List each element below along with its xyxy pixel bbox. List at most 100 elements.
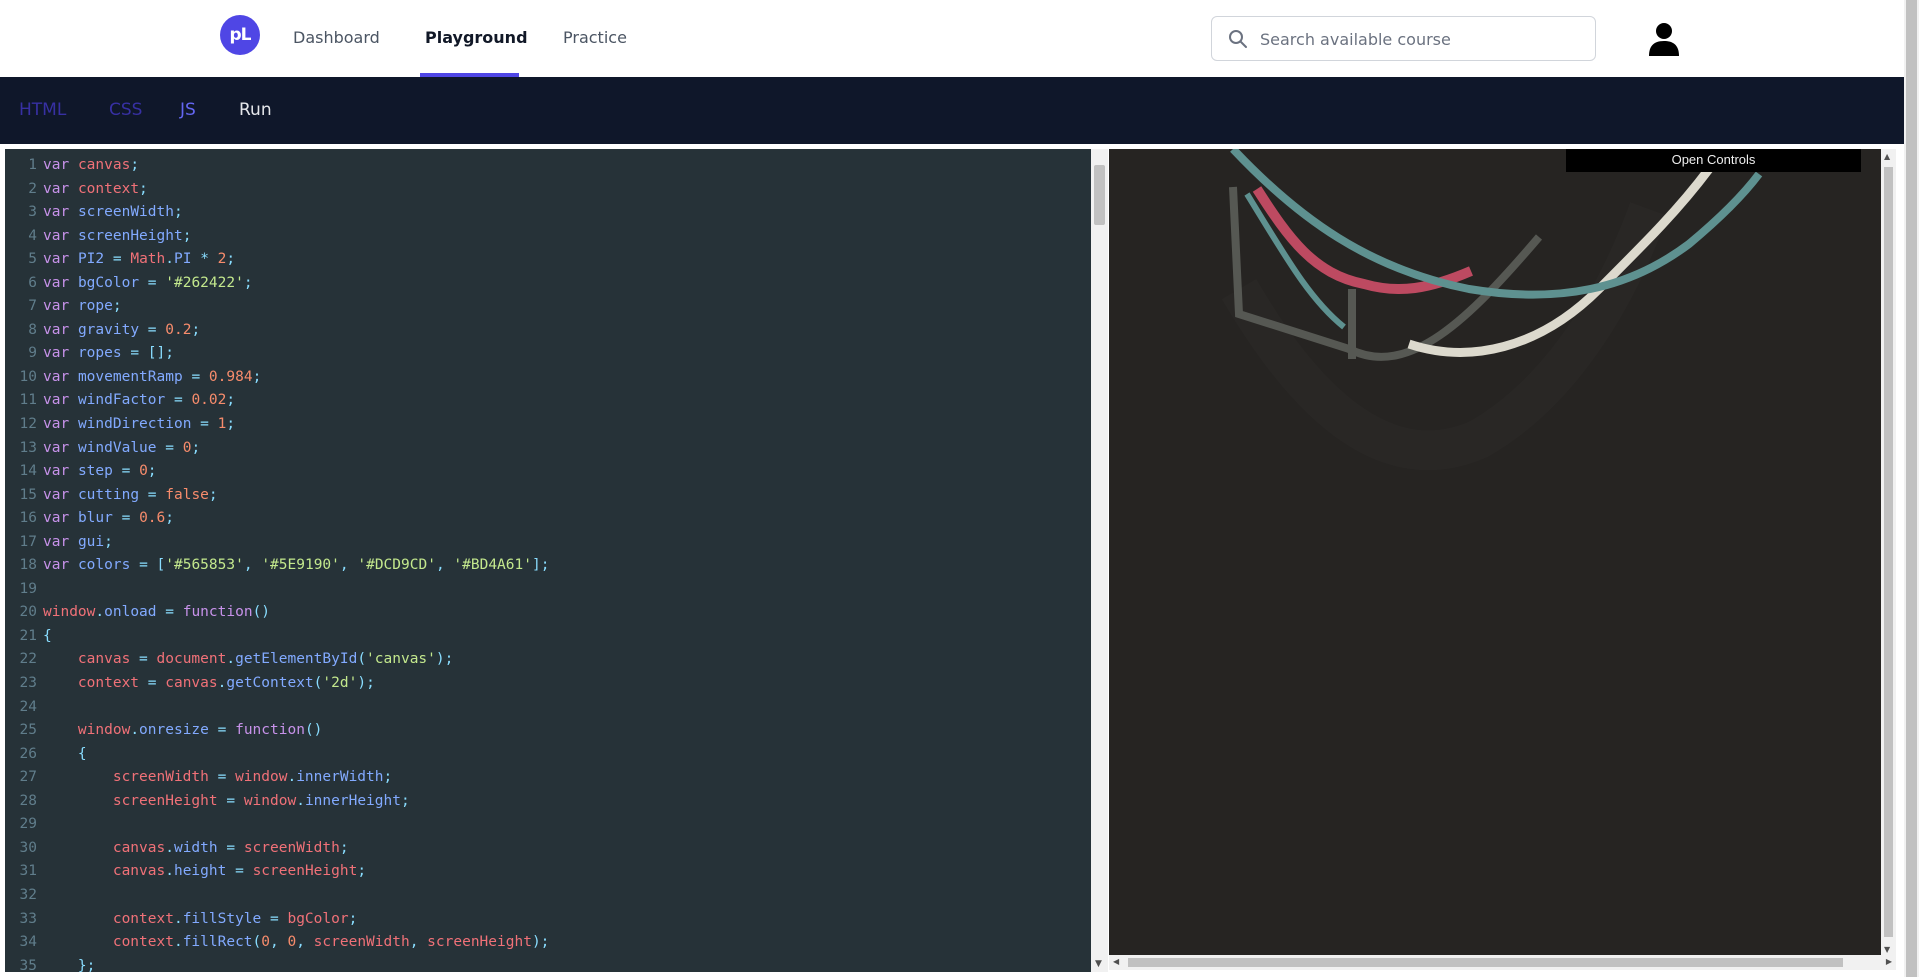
- scroll-down-arrow-icon[interactable]: ▼: [1095, 959, 1102, 969]
- code-text[interactable]: var windDirection = 1;: [43, 416, 235, 432]
- code-line[interactable]: 2 var context;: [5, 178, 549, 202]
- code-text[interactable]: var cutting = false;: [43, 487, 218, 503]
- code-line[interactable]: 15 var cutting = false;: [5, 484, 549, 508]
- code-text[interactable]: var context;: [43, 181, 148, 197]
- code-text[interactable]: var windValue = 0;: [43, 440, 200, 456]
- run-button[interactable]: Run: [239, 100, 272, 120]
- code-line[interactable]: 16 var blur = 0.6;: [5, 507, 549, 531]
- code-line[interactable]: 1 var canvas;: [5, 154, 549, 178]
- line-number: 20: [19, 604, 37, 621]
- code-line[interactable]: 4 var screenHeight;: [5, 225, 549, 249]
- code-text[interactable]: screenHeight = window.innerHeight;: [43, 793, 410, 809]
- editor-scrollbar[interactable]: ▼: [1091, 149, 1108, 972]
- code-line[interactable]: 12 var windDirection = 1;: [5, 413, 549, 437]
- code-line[interactable]: 25 window.onresize = function(): [5, 719, 549, 743]
- nav-link-dashboard[interactable]: Dashboard: [293, 28, 380, 47]
- code-line[interactable]: 18 var colors = ['#565853', '#5E9190', '#…: [5, 554, 550, 578]
- code-line[interactable]: 23 context = canvas.getContext('2d');: [5, 672, 549, 696]
- scroll-left-arrow-icon[interactable]: ◀: [1113, 957, 1119, 966]
- rope-animation-canvas[interactable]: [1109, 149, 1881, 955]
- code-text[interactable]: };: [43, 958, 95, 972]
- code-text[interactable]: {: [43, 746, 87, 762]
- editor-scrollbar-thumb[interactable]: [1094, 165, 1105, 225]
- scroll-down-arrow-icon[interactable]: ▼: [1884, 945, 1890, 954]
- code-line[interactable]: 7 var rope;: [5, 295, 549, 319]
- code-text[interactable]: var ropes = [];: [43, 345, 174, 361]
- code-text[interactable]: context.fillStyle = bgColor;: [43, 911, 357, 927]
- code-line[interactable]: 29: [5, 813, 549, 837]
- code-text[interactable]: var blur = 0.6;: [43, 510, 174, 526]
- line-number: 28: [19, 792, 37, 809]
- code-text[interactable]: window.onload = function(): [43, 604, 270, 620]
- code-line[interactable]: 27 screenWidth = window.innerWidth;: [5, 766, 549, 790]
- tab-css[interactable]: CSS: [109, 100, 142, 120]
- code-line[interactable]: 24: [5, 696, 549, 720]
- code-text[interactable]: {: [43, 628, 52, 644]
- code-text[interactable]: var canvas;: [43, 157, 139, 173]
- code-text[interactable]: canvas = document.getElementById('canvas…: [43, 651, 453, 667]
- code-line[interactable]: 5 var PI2 = Math.PI * 2;: [5, 248, 549, 272]
- code-text[interactable]: screenWidth = window.innerWidth;: [43, 769, 392, 785]
- preview-vertical-scrollbar[interactable]: ▲ ▼: [1881, 149, 1896, 955]
- code-text[interactable]: var screenWidth;: [43, 204, 183, 220]
- code-line[interactable]: 30 canvas.width = screenWidth;: [5, 837, 549, 861]
- nav-link-playground[interactable]: Playground: [425, 28, 528, 47]
- code-lines[interactable]: 1 var canvas; 2 var context; 3 var screenWidt…: [5, 154, 550, 972]
- code-line[interactable]: 22 canvas = document.getElementById('can…: [5, 648, 549, 672]
- code-line[interactable]: 9 var ropes = [];: [5, 342, 549, 366]
- code-line[interactable]: 21 {: [5, 625, 549, 649]
- preview-vertical-scrollbar-thumb[interactable]: [1884, 167, 1893, 937]
- preview-horizontal-scrollbar-thumb[interactable]: [1128, 958, 1843, 967]
- code-line[interactable]: 13 var windValue = 0;: [5, 437, 549, 461]
- user-avatar-icon[interactable]: [1648, 22, 1680, 56]
- code-line[interactable]: 11 var windFactor = 0.02;: [5, 389, 549, 413]
- code-line[interactable]: 3 var screenWidth;: [5, 201, 549, 225]
- code-editor[interactable]: 1 var canvas; 2 var context; 3 var screenWidt…: [5, 149, 1091, 972]
- top-navigation: pL Dashboard Playground Practice: [0, 0, 1904, 77]
- code-text[interactable]: var step = 0;: [43, 463, 157, 479]
- preview-pane[interactable]: Open Controls: [1109, 149, 1881, 955]
- code-text[interactable]: var rope;: [43, 298, 122, 314]
- code-line[interactable]: 20 window.onload = function(): [5, 601, 549, 625]
- code-text[interactable]: var windFactor = 0.02;: [43, 392, 235, 408]
- nav-link-practice[interactable]: Practice: [563, 28, 627, 47]
- code-text[interactable]: var gui;: [43, 534, 113, 550]
- search-box[interactable]: [1211, 16, 1596, 61]
- code-line[interactable]: 28 screenHeight = window.innerHeight;: [5, 790, 549, 814]
- code-text[interactable]: var bgColor = '#262422';: [43, 275, 253, 291]
- code-text[interactable]: canvas.width = screenWidth;: [43, 840, 349, 856]
- open-controls-button[interactable]: Open Controls: [1566, 149, 1861, 172]
- brand-logo[interactable]: pL: [220, 15, 260, 55]
- code-text[interactable]: var PI2 = Math.PI * 2;: [43, 251, 235, 267]
- code-text[interactable]: var gravity = 0.2;: [43, 322, 200, 338]
- line-number: 13: [19, 439, 37, 456]
- search-input[interactable]: [1260, 25, 1580, 53]
- code-text[interactable]: var movementRamp = 0.984;: [43, 369, 261, 385]
- tab-html[interactable]: HTML: [19, 100, 66, 120]
- tab-js[interactable]: JS: [180, 100, 196, 120]
- code-line[interactable]: 17 var gui;: [5, 531, 549, 555]
- code-line[interactable]: 8 var gravity = 0.2;: [5, 319, 549, 343]
- code-text[interactable]: window.onresize = function(): [43, 722, 322, 738]
- line-number: 5: [28, 251, 37, 268]
- code-line[interactable]: 31 canvas.height = screenHeight;: [5, 860, 549, 884]
- code-line[interactable]: 19: [5, 578, 549, 602]
- code-text[interactable]: context.fillRect(0, 0, screenWidth, scre…: [43, 934, 550, 950]
- code-line[interactable]: 35 };: [5, 955, 549, 972]
- preview-horizontal-scrollbar[interactable]: ◀ ▶: [1109, 955, 1896, 970]
- code-text[interactable]: canvas.height = screenHeight;: [43, 863, 366, 879]
- code-line[interactable]: 26 {: [5, 743, 549, 767]
- scroll-right-arrow-icon[interactable]: ▶: [1886, 957, 1892, 966]
- code-line[interactable]: 33 context.fillStyle = bgColor;: [5, 908, 549, 932]
- page-scrollbar-thumb[interactable]: [1906, 0, 1917, 977]
- page-scrollbar[interactable]: [1904, 0, 1919, 977]
- code-line[interactable]: 6 var bgColor = '#262422';: [5, 272, 549, 296]
- code-line[interactable]: 14 var step = 0;: [5, 460, 549, 484]
- scroll-up-arrow-icon[interactable]: ▲: [1884, 152, 1890, 161]
- code-text[interactable]: context = canvas.getContext('2d');: [43, 675, 375, 691]
- code-text[interactable]: var screenHeight;: [43, 228, 191, 244]
- code-line[interactable]: 32: [5, 884, 549, 908]
- code-line[interactable]: 10 var movementRamp = 0.984;: [5, 366, 549, 390]
- code-text[interactable]: var colors = ['#565853', '#5E9190', '#DC…: [43, 557, 549, 573]
- code-line[interactable]: 34 context.fillRect(0, 0, screenWidth, s…: [5, 931, 550, 955]
